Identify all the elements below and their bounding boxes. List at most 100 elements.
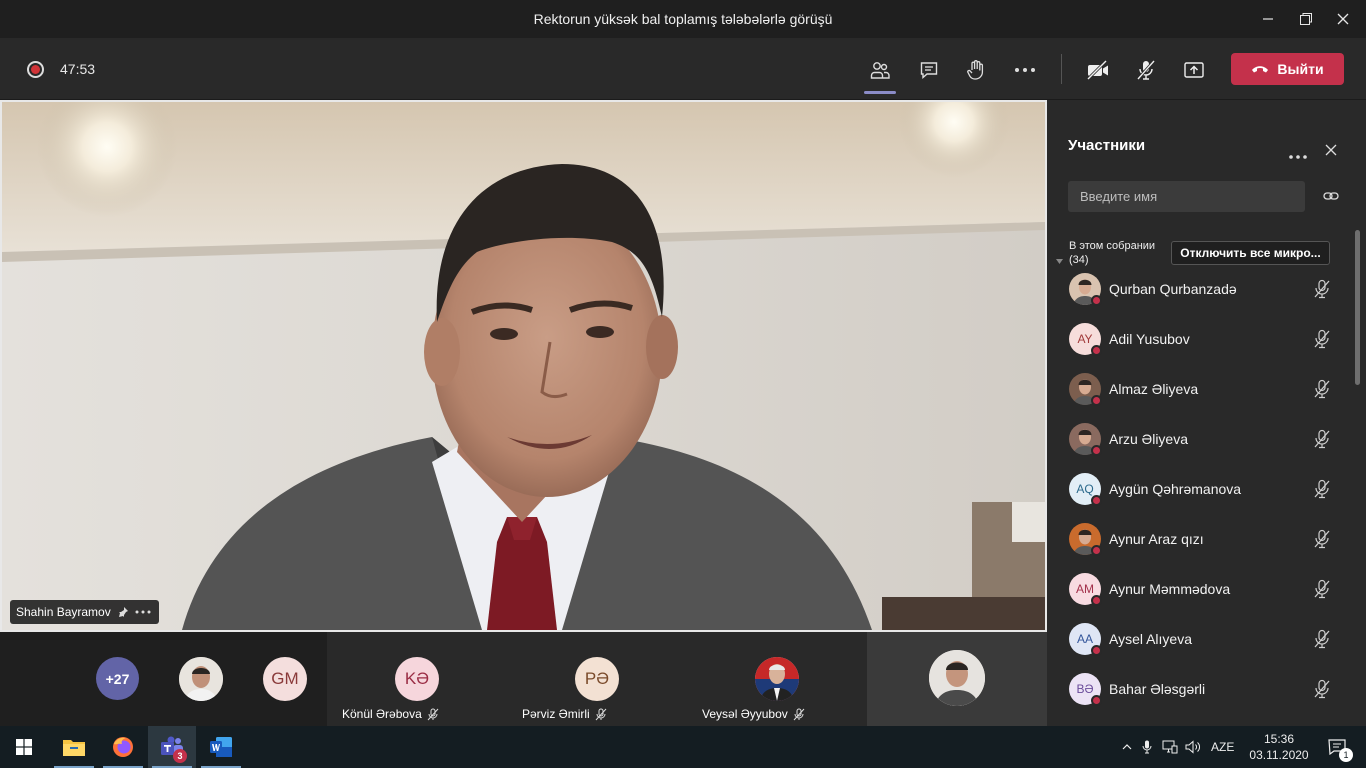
participant-photo (179, 657, 223, 701)
participant-name: Pərviz Əmirli (522, 707, 590, 721)
participant-row[interactable]: AQ Aygün Qəhrəmanova (1047, 465, 1366, 515)
status-badge (1091, 295, 1102, 306)
participant-name: Bahar Ələsgərli (1109, 681, 1206, 697)
tray-microphone[interactable] (1135, 740, 1159, 754)
participant-row[interactable]: AA Aysel Alıyeva (1047, 615, 1366, 665)
avatar (929, 650, 985, 706)
microphone-toggle-button[interactable] (1132, 56, 1160, 84)
leave-label: Выйти (1277, 61, 1324, 77)
taskbar-teams[interactable]: 3 (148, 726, 196, 768)
mic-off-icon[interactable] (1313, 579, 1331, 599)
microphone-icon (1142, 740, 1152, 754)
camera-toggle-button[interactable] (1084, 56, 1112, 84)
participant-strip: +27 GM KƏ Könül Ərəbova PƏ Pərviz Əmirli… (0, 632, 1047, 726)
network-icon (1162, 740, 1178, 754)
overflow-participants-button[interactable]: +27 (96, 657, 139, 700)
participant-tile[interactable]: KƏ Könül Ərəbova (327, 632, 507, 726)
avatar-initials: AQ (1076, 482, 1094, 496)
tray-volume[interactable] (1181, 740, 1205, 754)
mic-off-icon[interactable] (1313, 679, 1331, 699)
more-actions-button[interactable] (1011, 56, 1039, 84)
windows-icon (16, 739, 32, 755)
notification-badge: 3 (173, 749, 187, 763)
status-badge (1091, 645, 1102, 656)
participant-tile[interactable]: Veysəl Əyyubov (687, 632, 867, 726)
avatar: KƏ (395, 657, 439, 701)
tile-label: Könül Ərəbova (342, 707, 439, 721)
participants-button[interactable] (864, 56, 896, 94)
mute-all-button[interactable]: Отключить все микро... (1171, 241, 1330, 265)
share-screen-button[interactable] (1180, 56, 1208, 84)
system-tray: AZE (1119, 726, 1234, 768)
link-icon (1323, 192, 1339, 200)
participant-name: Qurban Qurbanzadə (1109, 281, 1237, 297)
participant-row[interactable]: Arzu Əliyeva (1047, 415, 1366, 465)
taskbar-word[interactable] (197, 726, 245, 768)
chevron-down-icon (1056, 259, 1063, 264)
more-icon (1015, 68, 1035, 72)
more-icon[interactable] (135, 610, 151, 614)
avatar[interactable] (179, 657, 223, 701)
taskbar-file-explorer[interactable] (50, 726, 98, 768)
participant-row[interactable]: BƏ Bahar Ələsgərli (1047, 665, 1366, 715)
participant-name: Arzu Əliyeva (1109, 431, 1189, 447)
participant-name: Adil Yusubov (1109, 331, 1190, 347)
avatar (755, 657, 799, 701)
mic-off-icon (427, 708, 439, 720)
show-hidden-icons-button[interactable] (1119, 744, 1135, 750)
scrollbar-thumb[interactable] (1355, 230, 1360, 385)
avatar[interactable]: GM (263, 657, 307, 701)
avatar-initials: AA (1076, 632, 1093, 646)
participant-row[interactable]: Almaz Əliyeva (1047, 365, 1366, 415)
mic-off-icon[interactable] (1313, 279, 1331, 299)
camera-off-icon (1086, 60, 1108, 80)
mic-off-icon[interactable] (1313, 529, 1331, 549)
hang-up-icon (1252, 66, 1269, 73)
tray-network[interactable] (1159, 740, 1181, 754)
clock[interactable]: 15:36 03.11.2020 (1249, 726, 1308, 768)
chat-button[interactable] (915, 56, 943, 84)
panel-title: Участники (1068, 137, 1146, 154)
participant-row[interactable]: Aynur Araz qızı (1047, 515, 1366, 565)
start-button[interactable] (0, 726, 48, 768)
self-video-tile[interactable] (867, 632, 1047, 726)
taskbar-firefox[interactable] (99, 726, 147, 768)
participant-row[interactable]: Qurban Qurbanzadə (1047, 265, 1366, 315)
leave-button[interactable]: Выйти (1231, 53, 1344, 85)
tile-label: Veysəl Əyyubov (702, 707, 805, 721)
clock-date: 03.11.2020 (1249, 748, 1309, 762)
speaker-icon (1185, 740, 1200, 754)
action-center-button[interactable]: 1 (1322, 726, 1353, 768)
close-panel-button[interactable] (1325, 143, 1337, 161)
participant-row[interactable]: AM Aynur Məmmədova (1047, 565, 1366, 615)
window-title: Rektorun yüksək bal toplamış tələbələrlə… (533, 11, 833, 27)
mic-off-icon[interactable] (1313, 329, 1331, 349)
section-label: В этом собрании (1069, 240, 1156, 252)
search-input[interactable]: Введите имя (1068, 181, 1305, 212)
status-badge (1091, 445, 1102, 456)
share-invite-button[interactable] (1323, 189, 1339, 208)
pin-icon[interactable] (117, 606, 129, 618)
mic-off-icon[interactable] (1313, 629, 1331, 649)
mic-off-icon[interactable] (1313, 429, 1331, 449)
mic-off-icon (793, 708, 805, 720)
mic-off-icon[interactable] (1313, 379, 1331, 399)
meeting-toolbar: 47:53 Выйти (0, 38, 1366, 100)
mic-off-icon[interactable] (1313, 479, 1331, 499)
section-header: В этом собрании (34) (1069, 239, 1155, 267)
minimize-icon (1263, 18, 1273, 20)
main-video[interactable]: Shahin Bayramov (0, 100, 1047, 632)
chevron-up-icon (1122, 744, 1132, 750)
language-indicator[interactable]: AZE (1211, 740, 1234, 754)
participant-row[interactable]: AY Adil Yusubov (1047, 315, 1366, 365)
participant-tile[interactable]: PƏ Pərviz Əmirli (507, 632, 687, 726)
clock-time: 15:36 (1263, 732, 1295, 746)
toolbar-divider (1061, 54, 1062, 84)
avatar-initials: KƏ (404, 669, 430, 688)
close-window-button[interactable] (1320, 0, 1366, 38)
more-icon (1289, 155, 1307, 159)
chat-icon (920, 62, 938, 80)
raise-hand-button[interactable] (962, 56, 990, 84)
participant-photo (755, 657, 799, 701)
panel-more-button[interactable] (1289, 146, 1307, 164)
